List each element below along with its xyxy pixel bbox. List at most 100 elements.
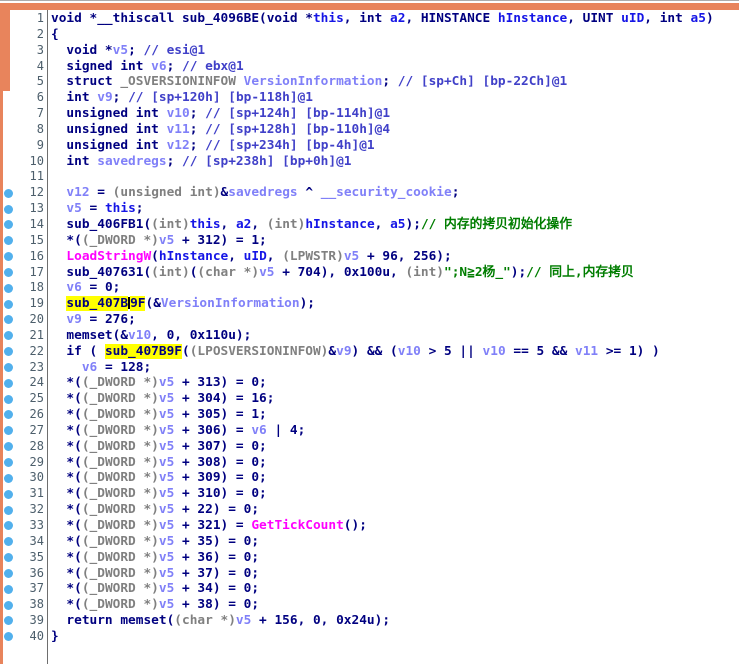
code-text: sub_406FB1((int)this, a2, (int)hInstance… [51,217,572,233]
code-token: (int) [151,264,190,280]
code-line[interactable]: 27 *((_DWORD *)v5 + 306) = v6 | 4; [0,423,739,439]
line-number: 25 [29,391,44,406]
code-line[interactable]: 34 *((_DWORD *)v5 + 35) = 0; [0,534,739,550]
code-text: v5 = this; [51,201,143,217]
code-line[interactable]: 25 *((_DWORD *)v5 + 304) = 16; [0,391,739,407]
code-text: v12 = (unsigned int)&savedregs ^ __secur… [51,185,459,201]
line-number: 19 [29,296,44,311]
code-line[interactable]: 16 LoadStringW(hInstance, uID, (LPWSTR)v… [0,249,739,265]
code-token: (_DWORD *) [81,565,159,581]
code-token: if ( [51,343,105,359]
code-token: (_DWORD *) [81,407,159,423]
code-line[interactable]: 19 sub_407B 9F(&VersionInformation); [0,296,739,312]
code-token: ); [299,296,316,312]
code-token: (_DWORD *) [81,581,159,597]
code-line[interactable]: 9 unsigned int v12; // [sp+234h] [bp-4h]… [0,138,739,154]
code-line[interactable]: 29 *((_DWORD *)v5 + 308) = 0; [0,455,739,471]
line-number: 16 [29,248,44,263]
code-token: + 307) = 0; [174,438,267,454]
code-line[interactable]: 13 v5 = this; [0,201,739,217]
code-line[interactable]: 12 v12 = (unsigned int)&savedregs ^ __se… [0,185,739,201]
code-line[interactable]: 35 *((_DWORD *)v5 + 36) = 0; [0,550,739,566]
code-line[interactable]: 36 *((_DWORD *)v5 + 37) = 0; [0,566,739,582]
code-token: uID [243,248,267,264]
code-line[interactable]: 20 v9 = 276; [0,312,739,328]
code-line[interactable]: 21 memset(&v10, 0, 0x110u); [0,328,739,344]
code-text: LoadStringW(hInstance, uID, (LPWSTR)v5 +… [51,248,451,265]
code-token: VersionInformation [243,74,383,90]
code-line[interactable]: 24 *((_DWORD *)v5 + 313) = 0; [0,375,739,391]
code-text: *((_DWORD *)v5 + 308) = 0; [51,455,266,471]
code-line[interactable]: 7 unsigned int v10; // [sp+124h] [bp-114… [0,106,739,122]
code-line[interactable]: 39 return memset((char *)v5 + 156, 0, 0x… [0,613,739,629]
code-token: ; [451,185,460,201]
code-text: *((_DWORD *)v5 + 304) = 16; [51,391,274,407]
code-token: (_DWORD *) [81,470,159,486]
line-number: 12 [29,185,44,200]
code-line[interactable]: 22 if ( sub_407B9F((LPOSVERSIONINFOW)&v9… [0,343,739,360]
code-token: *( [51,407,82,423]
code-line[interactable]: 32 *((_DWORD *)v5 + 22) = 0; [0,502,739,518]
code-line[interactable]: 38 *((_DWORD *)v5 + 38) = 0; [0,597,739,613]
code-line[interactable]: 28 *((_DWORD *)v5 + 307) = 0; [0,439,739,455]
code-token: v9 [336,343,352,359]
code-token: & [328,343,337,359]
code-line[interactable]: 1 void *__thiscall sub_4096BE(void *this,… [0,11,739,27]
code-line[interactable]: 14 sub_406FB1((int)this, a2, (int)hInsta… [0,217,739,233]
line-number: 36 [29,565,44,580]
code-text: v9 = 276; [51,312,135,328]
code-line[interactable]: 37 *((_DWORD *)v5 + 34) = 0; [0,581,739,597]
line-number: 2 [36,26,44,41]
code-token: v10 [482,343,506,359]
code-line[interactable]: 2{ [0,27,739,43]
code-token: ";N≧2杨_" [444,264,511,280]
code-text: unsigned int v10; // [sp+124h] [bp-114h]… [51,106,390,122]
code-line[interactable]: 3 void *v5; // esi@1 [0,43,739,59]
code-token: (unsigned int) [112,185,221,201]
code-line[interactable]: 5 struct _OSVERSIONINFOW VersionInformat… [0,74,739,90]
code-token: v5 [66,201,82,217]
code-line[interactable]: 23 v6 = 128; [0,360,739,376]
code-line[interactable]: 31 *((_DWORD *)v5 + 310) = 0; [0,486,739,502]
code-line[interactable]: 10 int savedregs; // [sp+238h] [bp+0h]@1 [0,154,739,170]
code-line[interactable]: 8 unsigned int v11; // [sp+128h] [bp-110… [0,122,739,138]
code-line[interactable]: 17 sub_407631((int)((char *)v5 + 704), 0… [0,265,739,281]
code-line[interactable]: 4 signed int v6; // ebx@1 [0,59,739,75]
code-line[interactable]: 26 *((_DWORD *)v5 + 305) = 1; [0,407,739,423]
code-token: LoadStringW [66,248,152,264]
code-token: ; [189,137,206,153]
code-token: v5 [158,581,175,597]
code-token: this [312,11,344,26]
code-line[interactable]: 15 *((_DWORD *)v5 + 312) = 1; [0,233,739,249]
code-token: v5 [235,613,252,629]
code-line[interactable]: 6 int v9; // [sp+120h] [bp-118h]@1 [0,90,739,106]
code-token: this [104,201,136,217]
code-line[interactable]: 18 v6 = 0; [0,280,739,296]
code-token: *( [51,549,82,565]
code-line[interactable]: 40} [0,629,739,645]
code-line[interactable]: 33 *((_DWORD *)v5 + 321) = GetTickCount(… [0,518,739,534]
code-token: , UINT [567,11,622,26]
code-token: (_DWORD *) [81,549,159,565]
code-token: ( [181,343,190,359]
code-token: ; [189,121,206,137]
code-pane[interactable]: 1 void *__thiscall sub_4096BE(void *this,… [0,11,739,645]
line-number: 22 [29,343,44,358]
code-token: , [374,216,391,232]
code-line[interactable]: 30 *((_DWORD *)v5 + 309) = 0; [0,470,739,486]
code-token: // [sp+128h] [bp-110h]@4 [205,121,391,137]
code-token: ) && ( [351,343,398,359]
line-number: 39 [29,613,44,628]
line-number: 6 [36,90,44,105]
code-token: sub_407631( [51,264,152,280]
code-token: v5 [158,549,175,565]
line-number: 32 [29,502,44,517]
code-token: , 0, 0x110u); [151,327,252,343]
code-token: ; [166,58,183,74]
code-text: if ( sub_407B9F((LPOSVERSIONINFOW)&v9) &… [51,343,660,360]
code-token: hInstance [497,11,568,26]
code-token: signed int [51,58,152,74]
code-line[interactable]: 11 [0,169,739,185]
